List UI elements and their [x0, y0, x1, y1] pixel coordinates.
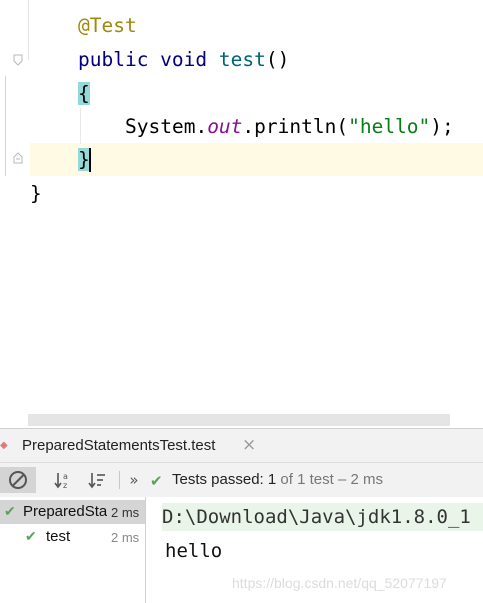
check-icon: ✔	[25, 528, 37, 544]
sort-alphabetically-button[interactable]: a z	[50, 467, 76, 493]
indent-guide	[80, 108, 81, 144]
close-icon[interactable]: ×	[242, 435, 256, 455]
svg-text:a: a	[63, 472, 68, 481]
more-actions-button[interactable]: »	[126, 467, 142, 493]
method-call-token: .println(	[242, 115, 349, 138]
fold-end-icon[interactable]	[13, 152, 23, 164]
field-token: out	[207, 115, 243, 138]
test-runner-toolbar: a z » ✔ Tests passed: 1 of 1 test – 2 ms	[0, 462, 483, 498]
code-line-class-close[interactable]: }	[30, 182, 42, 206]
class-close-brace-token: }	[30, 182, 42, 205]
tree-item-name: PreparedStatementsTest	[23, 503, 107, 520]
tree-item-name: test	[46, 528, 71, 545]
show-ignored-button[interactable]	[0, 467, 36, 493]
code-editor[interactable]: @Test public void test() { System.out.pr…	[0, 0, 483, 428]
sort-alpha-icon: a z	[54, 472, 68, 490]
sort-by-duration-button[interactable]	[84, 467, 110, 493]
run-tab-bar: ◆ PreparedStatementsTest.test ×	[0, 428, 483, 463]
gutter-divider	[28, 0, 29, 60]
tree-row-suite[interactable]: ✔ PreparedStatementsTest 2 ms	[0, 500, 145, 524]
class-token: System.	[125, 115, 208, 138]
console-command-line[interactable]: D:\Download\Java\jdk1.8.0_1	[162, 503, 483, 531]
keyword-token: public void	[78, 48, 208, 71]
code-line-open-brace[interactable]: {	[78, 82, 90, 106]
code-line-close-brace[interactable]: }	[78, 148, 91, 172]
open-brace-token: {	[78, 82, 90, 105]
current-line-highlight	[30, 143, 483, 176]
string-literal-token: "hello"	[348, 115, 431, 138]
tree-item-duration: 2 ms	[111, 530, 140, 545]
code-line-signature[interactable]: public void test()	[78, 48, 289, 72]
code-line-println[interactable]: System.out.println("hello");	[125, 115, 454, 139]
annotation-token: @Test	[78, 14, 137, 37]
test-status-text: Tests passed: 1 of 1 test – 2 ms	[172, 471, 383, 488]
horizontal-scrollbar[interactable]	[28, 414, 450, 426]
code-line-annotation[interactable]: @Test	[78, 14, 137, 38]
ignored-icon	[9, 471, 27, 489]
check-icon: ✔	[4, 503, 16, 519]
method-name-token: test	[218, 48, 266, 71]
tree-item-duration: 2 ms	[111, 505, 140, 520]
tree-row-test[interactable]: ✔ test 2 ms	[0, 525, 145, 549]
toolbar-separator	[119, 471, 120, 489]
status-detail: of 1 test – 2 ms	[280, 471, 383, 488]
console-output[interactable]: D:\Download\Java\jdk1.8.0_1 hello https:…	[146, 497, 483, 603]
status-count: 1	[267, 471, 277, 488]
change-marker	[5, 76, 6, 176]
sort-duration-icon	[88, 473, 105, 489]
status-label: Tests passed:	[172, 471, 264, 488]
test-results-tree[interactable]: ✔ PreparedStatementsTest 2 ms ✔ test 2 m…	[0, 497, 146, 603]
call-suffix-token: );	[430, 115, 454, 138]
parens-token: ()	[265, 48, 290, 71]
svg-text:z: z	[63, 481, 67, 490]
fold-collapse-icon[interactable]	[13, 54, 23, 66]
watermark: https://blog.csdn.net/qq_52077197	[232, 575, 447, 591]
check-icon: ✔	[150, 472, 163, 490]
run-tab-label[interactable]: PreparedStatementsTest.test	[22, 437, 215, 454]
console-output-line: hello	[165, 540, 223, 562]
run-config-icon: ◆	[0, 440, 8, 451]
text-caret	[88, 148, 91, 172]
